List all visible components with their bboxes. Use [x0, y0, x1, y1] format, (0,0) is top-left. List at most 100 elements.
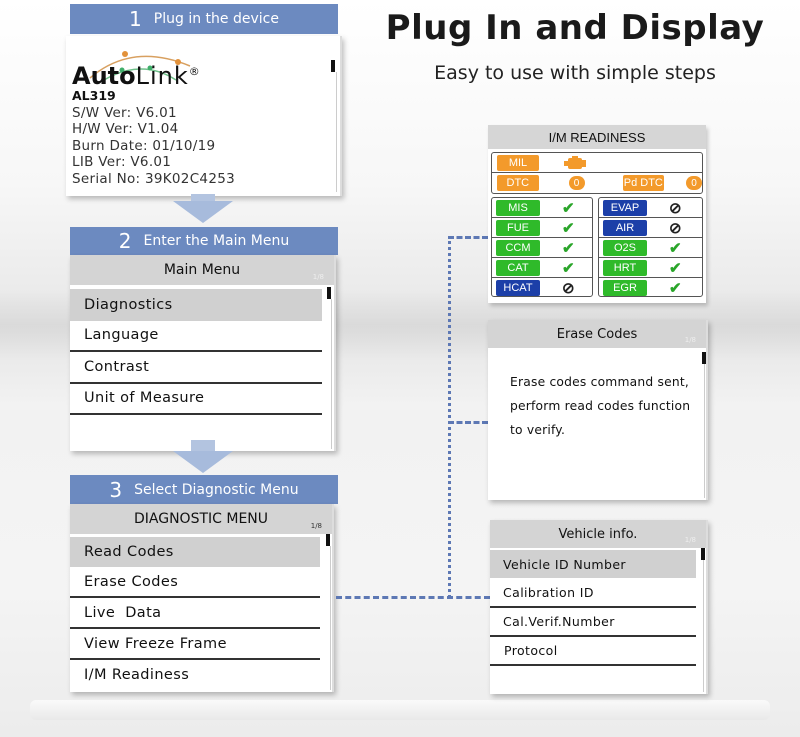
menu-item-live-data[interactable]: Live Data — [70, 598, 320, 629]
brand-light: Link — [135, 62, 189, 90]
vehicle-info-screen: Vehicle info. 1/8 Vehicle ID Number Cali… — [490, 520, 708, 694]
screen-title-text: Vehicle info. — [558, 526, 638, 542]
diagnostic-menu-screen: DIAGNOSTIC MENU 1/8 Read Codes Erase Cod… — [70, 504, 334, 692]
scrollbar-thumb[interactable] — [326, 534, 330, 546]
message-line: to verify. — [510, 423, 566, 437]
engine-icon — [564, 155, 586, 169]
monitor-panel-left: MIS ✔ FUE ✔ CCM ✔ CAT ✔ HCAT ⊘ — [491, 197, 593, 297]
scrollbar-track — [336, 72, 337, 192]
monitor-tag: AIR — [603, 219, 647, 236]
step-2-bar: 2 Enter the Main Menu — [70, 227, 338, 255]
device-info-list: S/W Ver: V6.01 H/W Ver: V1.04 Burn Date:… — [72, 105, 235, 187]
mil-dtc-panel: MIL DTC 0 Pd DTC 0 — [491, 152, 703, 194]
connector-line-from-diagnostic-menu — [336, 596, 490, 599]
step-number: 2 — [118, 229, 132, 253]
menu-item-contrast[interactable]: Contrast — [70, 352, 322, 384]
step-1-bar: 1 Plug in the device — [70, 4, 338, 34]
brand-logo: AutoLink® — [72, 62, 200, 90]
scrollbar-thumb[interactable] — [331, 60, 335, 72]
connector-line-vertical — [448, 236, 451, 598]
serial-number: Serial No: 39K02C4253 — [72, 170, 235, 187]
page-indicator: 1/8 — [684, 536, 696, 544]
pd-dtc-tag: Pd DTC — [622, 175, 665, 191]
erase-codes-screen: Erase Codes 1/8 Erase codes command sent… — [488, 320, 708, 500]
page-indicator: 1/8 — [310, 522, 322, 530]
message-line: perform read codes function — [510, 399, 691, 413]
step-3-bar: 3 Select Diagnostic Menu — [70, 475, 338, 504]
page-indicator: 1/8 — [684, 336, 696, 344]
screen-title-text: DIAGNOSTIC MENU — [133, 511, 269, 527]
menu-item-im-readiness[interactable]: I/M Readiness — [70, 660, 320, 690]
dtc-count: 0 — [568, 176, 585, 190]
page-subtitle: Easy to use with simple steps — [434, 62, 716, 84]
monitor-tag: CAT — [496, 259, 540, 276]
not-supported-icon: ⊘ — [669, 219, 682, 237]
connector-line-to-im-readiness — [448, 236, 488, 239]
scrollbar-track — [704, 364, 705, 498]
vehicle-info-title: Vehicle info. 1/8 — [490, 520, 706, 548]
monitor-row-hcat: HCAT ⊘ — [492, 278, 592, 298]
step-number: 1 — [129, 7, 142, 31]
dtc-row: DTC 0 Pd DTC 0 — [492, 173, 702, 193]
main-menu-screen: Main Menu 1/8 Diagnostics Language Contr… — [70, 255, 336, 451]
device-info-screen: AutoLink® AL319 S/W Ver: V6.01 H/W Ver: … — [66, 36, 342, 196]
device-model: AL319 — [72, 88, 116, 103]
pd-dtc-count: 0 — [686, 176, 702, 190]
not-supported-icon: ⊘ — [669, 199, 682, 217]
checkmark-icon: ✔ — [669, 259, 682, 277]
menu-item-erase-codes[interactable]: Erase Codes — [70, 567, 320, 598]
hw-version: H/W Ver: V1.04 — [72, 121, 179, 138]
scrollbar-thumb[interactable] — [702, 352, 706, 364]
monitor-tag: HRT — [603, 259, 647, 276]
monitor-row-ccm: CCM ✔ — [492, 238, 592, 258]
monitor-panel-right: EVAP ⊘ AIR ⊘ O2S ✔ HRT ✔ EGR ✔ — [598, 197, 703, 297]
diagnostic-menu-title: DIAGNOSTIC MENU 1/8 — [70, 504, 332, 534]
scrollbar-track — [331, 299, 332, 449]
page-indicator: 1/8 — [312, 273, 324, 281]
monitor-row-air: AIR ⊘ — [599, 218, 702, 238]
checkmark-icon: ✔ — [562, 199, 575, 217]
background-plate — [30, 700, 770, 720]
monitor-tag: HCAT — [496, 280, 540, 296]
flow-arrow-down-icon — [173, 451, 233, 473]
scrollbar-thumb[interactable] — [327, 287, 331, 299]
scrollbar-track — [703, 560, 704, 692]
monitor-tag: FUE — [496, 219, 540, 236]
checkmark-icon: ✔ — [562, 239, 575, 257]
menu-item-diagnostics[interactable]: Diagnostics — [70, 289, 322, 321]
lib-version: LIB Ver: V6.01 — [72, 154, 172, 171]
scrollbar-track — [330, 546, 331, 690]
menu-item-vehicle-id-number[interactable]: Vehicle ID Number — [490, 550, 696, 578]
im-readiness-screen: I/M READINESS MIL DTC 0 Pd DTC 0 MIS ✔ FUE… — [488, 125, 706, 303]
monitor-tag: EGR — [603, 280, 647, 296]
not-supported-icon: ⊘ — [562, 280, 575, 297]
scrollbar-thumb[interactable] — [701, 548, 705, 560]
menu-item-unit-of-measure[interactable]: Unit of Measure — [70, 384, 322, 415]
menu-item-language[interactable]: Language — [70, 321, 322, 352]
monitor-tag: EVAP — [603, 199, 647, 216]
checkmark-icon: ✔ — [669, 280, 682, 297]
step-label: Select Diagnostic Menu — [134, 481, 299, 498]
monitor-tag: CCM — [496, 239, 540, 256]
erase-codes-message: Erase codes command sent, perform read c… — [488, 348, 706, 442]
monitor-tag: O2S — [603, 239, 647, 256]
monitor-row-fue: FUE ✔ — [492, 218, 592, 238]
page-title: Plug In and Display — [385, 8, 765, 48]
sw-version: S/W Ver: V6.01 — [72, 105, 177, 121]
monitor-row-mis: MIS ✔ — [492, 198, 592, 218]
checkmark-icon: ✔ — [562, 259, 575, 277]
monitor-row-egr: EGR ✔ — [599, 278, 702, 298]
monitor-tag: MIS — [496, 199, 540, 216]
menu-item-cal-verif-number[interactable]: Cal.Verif.Number — [490, 608, 696, 637]
menu-item-protocol[interactable]: Protocol — [490, 637, 696, 666]
screen-title-text: Main Menu — [163, 262, 241, 278]
mil-tag: MIL — [497, 154, 539, 171]
menu-item-read-codes[interactable]: Read Codes — [70, 537, 320, 567]
menu-item-view-freeze-frame[interactable]: View Freeze Frame — [70, 629, 320, 660]
step-number: 3 — [109, 477, 123, 502]
checkmark-icon: ✔ — [669, 239, 682, 257]
flow-arrow-down-icon — [173, 201, 233, 223]
dtc-tag: DTC — [497, 175, 539, 191]
menu-item-calibration-id[interactable]: Calibration ID — [490, 578, 696, 608]
erase-codes-title: Erase Codes 1/8 — [488, 320, 706, 348]
